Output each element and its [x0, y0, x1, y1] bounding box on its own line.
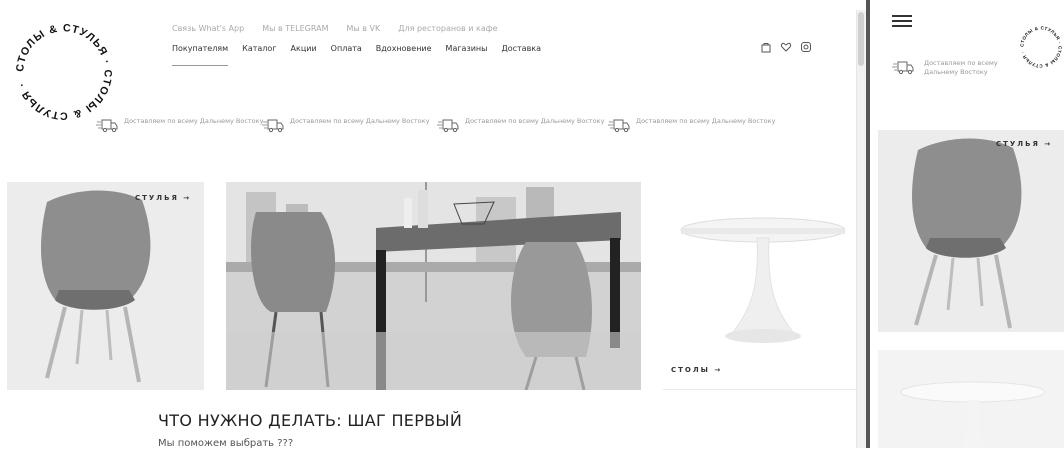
mobile-table-image — [900, 381, 1046, 448]
header-icons — [760, 41, 812, 53]
truck-icon — [96, 119, 118, 133]
nav-customers[interactable]: Покупателям — [172, 44, 229, 66]
top-link-vk[interactable]: Мы в VK — [346, 24, 380, 33]
table-image — [680, 217, 846, 343]
interior-photo — [226, 182, 641, 390]
hamburger-menu-icon[interactable] — [892, 15, 912, 27]
mobile-chairs-card[interactable]: СТУЛЬЯ → — [878, 130, 1064, 332]
top-links: Связь What's App Мы в TELEGRAM Мы в VK Д… — [172, 24, 498, 33]
chair-image — [41, 190, 151, 383]
tables-category-card[interactable]: СТОЛЫ → — [663, 182, 859, 390]
delivery-text: Доставляем по всему Дальнему Востоку — [636, 117, 776, 125]
logo-text: СТОЛЫ & СТУЛЬЯ · СТОЛЫ & СТУЛЬЯ · — [14, 22, 112, 121]
delivery-text: Доставляем по всему Дальнему Востоку — [290, 117, 430, 125]
svg-text:СТОЛЫ & СТУЛЬЯ · СТОЛЫ & СТУЛЬ: СТОЛЫ & СТУЛЬЯ · СТОЛЫ & СТУЛЬЯ · — [14, 22, 114, 121]
main-nav: Покупателям Каталог Акции Оплата Вдохнов… — [172, 44, 541, 66]
tables-label[interactable]: СТОЛЫ → — [671, 366, 722, 374]
chairs-label[interactable]: СТУЛЬЯ → — [135, 194, 191, 202]
instagram-icon[interactable] — [800, 41, 812, 53]
scrollbar-thumb[interactable] — [858, 12, 864, 66]
section-subheading: Мы поможем выбрать ??? — [158, 438, 294, 449]
section-heading: ЧТО НУЖНО ДЕЛАТЬ: ШАГ ПЕРВЫЙ — [158, 411, 463, 430]
mobile-logo-text: СТОЛЫ & СТУЛЬЯ · СТОЛЫ & СТУЛЬЯ · — [1019, 25, 1062, 68]
svg-text:СТОЛЫ & СТУЛЬЯ · СТОЛЫ & СТУЛЬ: СТОЛЫ & СТУЛЬЯ · СТОЛЫ & СТУЛЬЯ · — [1019, 25, 1062, 68]
delivery-text: Доставляем по всему Дальнему Востоку — [124, 117, 264, 125]
mobile-tables-card[interactable] — [878, 350, 1064, 448]
mobile-chairs-label[interactable]: СТУЛЬЯ → — [996, 140, 1052, 148]
nav-payment[interactable]: Оплата — [331, 44, 362, 66]
mobile-chair-image — [912, 138, 1022, 329]
nav-sales[interactable]: Акции — [291, 44, 317, 66]
delivery-item: Доставляем по всему Дальнему Востоку — [437, 117, 607, 133]
top-link-telegram[interactable]: Мы в TELEGRAM — [262, 24, 328, 33]
delivery-item: Доставляем по всему Дальнему Востоку — [96, 117, 266, 133]
truck-icon — [608, 119, 630, 133]
mobile-logo[interactable]: СТОЛЫ & СТУЛЬЯ · СТОЛЫ & СТУЛЬЯ · — [1016, 22, 1064, 72]
truck-icon — [437, 119, 459, 133]
delivery-text: Доставляем по всему Дальнему Востоку — [465, 117, 605, 125]
bag-icon[interactable] — [760, 41, 772, 53]
mobile-delivery-text: Доставляем по всему Дальнему Востоку — [924, 59, 998, 76]
desktop-view: СТОЛЫ & СТУЛЬЯ · СТОЛЫ & СТУЛЬЯ · Связь … — [0, 0, 866, 449]
heart-icon[interactable] — [780, 41, 792, 53]
top-link-restaurants[interactable]: Для ресторанов и кафе — [398, 24, 497, 33]
nav-stores[interactable]: Магазины — [446, 44, 488, 66]
nav-catalog[interactable]: Каталог — [242, 44, 276, 66]
top-link-whatsapp[interactable]: Связь What's App — [172, 24, 244, 33]
chairs-category-card[interactable]: СТУЛЬЯ → — [7, 182, 204, 390]
truck-icon — [262, 119, 284, 133]
truck-icon — [892, 61, 914, 75]
vertical-scrollbar[interactable] — [856, 10, 866, 448]
nav-delivery[interactable]: Доставка — [501, 44, 541, 66]
delivery-item: Доставляем по всему Дальнему Востоку — [608, 117, 778, 133]
mobile-delivery-item: Доставляем по всему Дальнему Востоку — [892, 59, 1004, 77]
mobile-preview: СТОЛЫ & СТУЛЬЯ · СТОЛЫ & СТУЛЬЯ · Достав… — [870, 0, 1064, 448]
circular-logo[interactable]: СТОЛЫ & СТУЛЬЯ · СТОЛЫ & СТУЛЬЯ · — [6, 14, 122, 130]
delivery-item: Доставляем по всему Дальнему Востоку — [262, 117, 432, 133]
dining-room-image — [226, 182, 641, 390]
nav-inspiration[interactable]: Вдохновение — [376, 44, 432, 66]
